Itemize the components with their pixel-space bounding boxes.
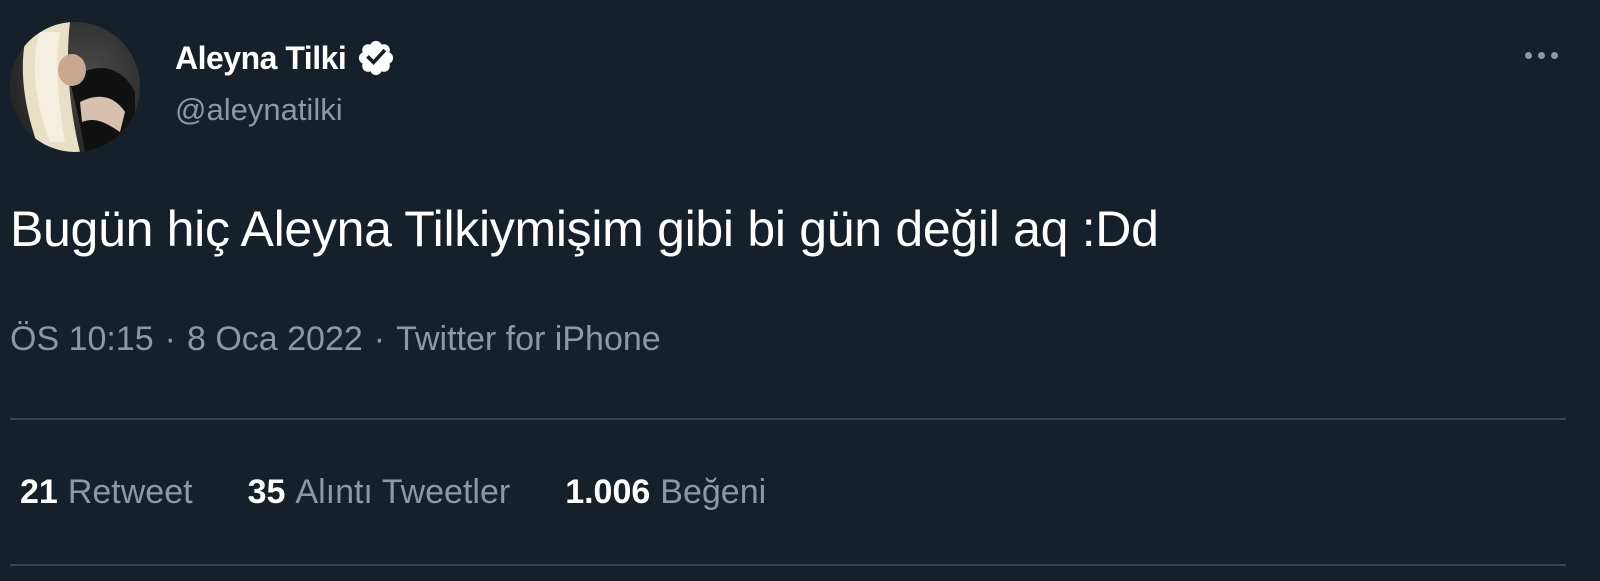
name-row: Aleyna Tilki bbox=[175, 38, 396, 78]
retweets-stat[interactable]: 21 Retweet bbox=[20, 473, 193, 512]
retweet-count: 21 bbox=[20, 473, 58, 511]
tweet-date[interactable]: 8 Oca 2022 bbox=[187, 320, 363, 359]
tweet-stats: 21 Retweet 35 Alıntı Tweetler 1.006 Beğe… bbox=[20, 473, 766, 512]
tweet-source[interactable]: Twitter for iPhone bbox=[396, 320, 661, 359]
like-count: 1.006 bbox=[565, 473, 651, 511]
meta-separator: · bbox=[164, 320, 176, 358]
verified-badge-icon bbox=[359, 40, 394, 76]
divider bbox=[10, 418, 1566, 420]
more-horizontal-icon-dot bbox=[1550, 51, 1558, 59]
tweet-card: Aleyna Tilki @aleynatilki Bugün hiç Aley… bbox=[0, 0, 1600, 581]
avatar-image bbox=[10, 22, 140, 152]
quote-count: 35 bbox=[247, 473, 286, 511]
quote-label: Alıntı Tweetler bbox=[295, 473, 511, 511]
like-label: Beğeni bbox=[660, 473, 767, 511]
retweet-label: Retweet bbox=[67, 473, 193, 511]
avatar[interactable] bbox=[10, 22, 140, 152]
tweet-time[interactable]: ÖS 10:15 bbox=[10, 320, 154, 359]
more-horizontal-icon bbox=[1524, 51, 1532, 59]
more-horizontal-icon-dot bbox=[1537, 51, 1545, 59]
meta-separator: · bbox=[373, 320, 386, 358]
quotes-stat[interactable]: 35 Alıntı Tweetler bbox=[248, 473, 511, 512]
tweet-metadata: ÖS 10:15 · 8 Oca 2022 · Twitter for iPho… bbox=[10, 320, 661, 359]
more-options-button[interactable] bbox=[1516, 40, 1566, 70]
divider bbox=[10, 564, 1566, 566]
display-name[interactable]: Aleyna Tilki bbox=[175, 40, 347, 77]
likes-stat[interactable]: 1.006 Beğeni bbox=[565, 473, 766, 512]
tweet-text: Bugün hiç Aleyna Tilkiymişim gibi bi gün… bbox=[10, 201, 1159, 257]
user-handle[interactable]: @aleynatilki bbox=[175, 92, 343, 128]
